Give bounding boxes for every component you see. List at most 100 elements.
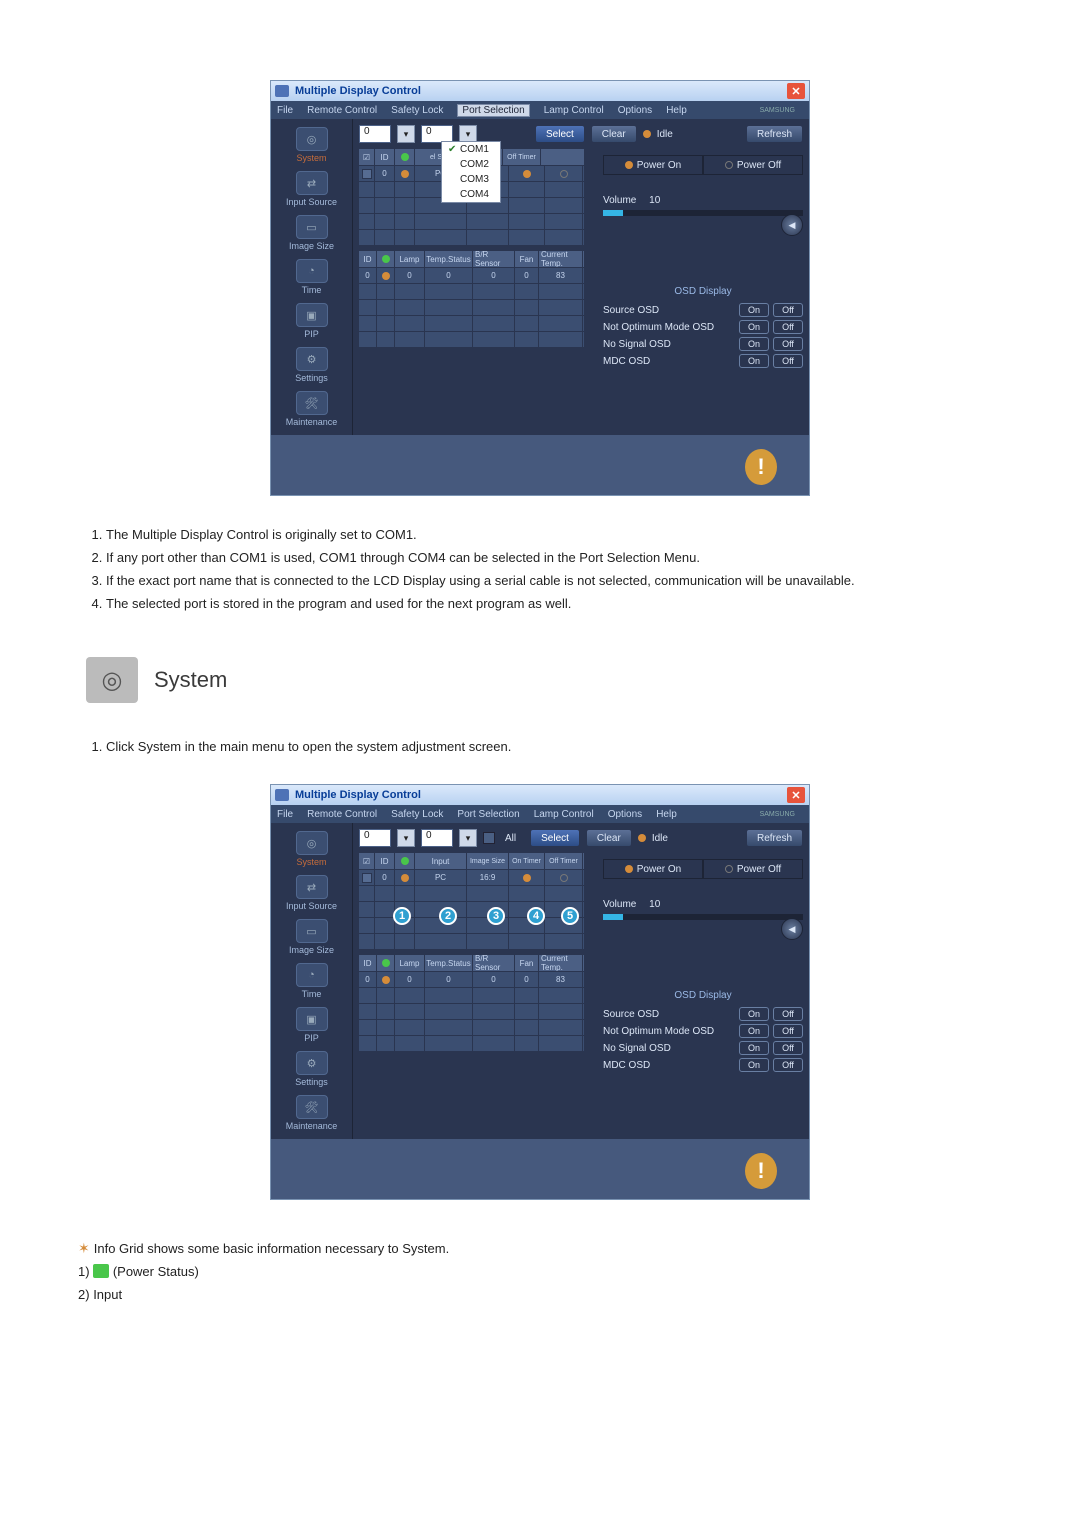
- mdc-osd-off[interactable]: Off: [773, 1058, 803, 1072]
- id-to-dropdown[interactable]: ▾: [459, 829, 477, 847]
- table-row[interactable]: [359, 917, 584, 933]
- source-osd-off[interactable]: Off: [773, 303, 803, 317]
- select-button[interactable]: Select: [530, 829, 580, 847]
- menu-remote-control[interactable]: Remote Control: [307, 809, 377, 820]
- volume-slider[interactable]: [603, 210, 803, 216]
- header-check[interactable]: ☑: [363, 153, 370, 162]
- menu-options[interactable]: Options: [618, 105, 652, 116]
- menu-lamp-control[interactable]: Lamp Control: [534, 809, 594, 820]
- power-on-button[interactable]: Power On: [603, 859, 703, 879]
- id-to-field[interactable]: 0: [421, 829, 453, 847]
- nav-settings[interactable]: ⚙Settings: [281, 347, 343, 383]
- source-osd-on[interactable]: On: [739, 303, 769, 317]
- not-optimum-on[interactable]: On: [739, 1024, 769, 1038]
- nav-system[interactable]: ◎System: [281, 831, 343, 867]
- nav-maintenance[interactable]: 🛠Maintenance: [281, 1095, 343, 1131]
- power-off-button[interactable]: Power Off: [703, 859, 803, 879]
- volume-knob[interactable]: ◀: [781, 214, 803, 236]
- menu-file[interactable]: File: [277, 809, 293, 820]
- nav-settings[interactable]: ⚙Settings: [281, 1051, 343, 1087]
- table-row[interactable]: [359, 1019, 584, 1035]
- power-on-label: Power On: [637, 160, 681, 171]
- menu-options[interactable]: Options: [608, 809, 642, 820]
- nav-time[interactable]: ◔Time: [281, 963, 343, 999]
- port-com4[interactable]: COM4: [442, 187, 500, 202]
- table-row[interactable]: [359, 331, 584, 347]
- volume-value: 10: [649, 899, 660, 910]
- mdc-osd-on[interactable]: On: [739, 1058, 769, 1072]
- row-check[interactable]: [362, 873, 372, 883]
- nav-label: Image Size: [289, 945, 334, 955]
- header-br-sensor: B/R Sensor: [475, 251, 512, 267]
- close-button[interactable]: ✕: [787, 787, 805, 803]
- not-optimum-on[interactable]: On: [739, 320, 769, 334]
- brand-label: SAMSUNG: [760, 107, 795, 114]
- nav-image-size[interactable]: ▭Image Size: [281, 215, 343, 251]
- header-check[interactable]: ☑: [363, 857, 370, 866]
- menu-file[interactable]: File: [277, 105, 293, 116]
- nav-label: Maintenance: [286, 417, 338, 427]
- id-from-field[interactable]: 0: [359, 125, 391, 143]
- select-button[interactable]: Select: [535, 125, 585, 143]
- menu-remote-control[interactable]: Remote Control: [307, 105, 377, 116]
- menu-help[interactable]: Help: [666, 105, 687, 116]
- nav-image-size[interactable]: ▭Image Size: [281, 919, 343, 955]
- menu-safety-lock[interactable]: Safety Lock: [391, 105, 443, 116]
- port-selection-dropdown[interactable]: ✔COM1 COM2 COM3 COM4: [441, 141, 501, 203]
- pip-icon: ▣: [296, 1007, 328, 1031]
- table-row[interactable]: 0 PC 16:9: [359, 869, 584, 885]
- table-row[interactable]: [359, 987, 584, 1003]
- no-signal-off[interactable]: Off: [773, 337, 803, 351]
- table-row[interactable]: [359, 933, 584, 949]
- mdc-osd-off[interactable]: Off: [773, 354, 803, 368]
- menu-safety-lock[interactable]: Safety Lock: [391, 809, 443, 820]
- id-from-field[interactable]: 0: [359, 829, 391, 847]
- source-osd-off[interactable]: Off: [773, 1007, 803, 1021]
- nav-system[interactable]: ◎System: [281, 127, 343, 163]
- no-signal-on[interactable]: On: [739, 1041, 769, 1055]
- port-com3[interactable]: COM3: [442, 172, 500, 187]
- power-icon: [725, 865, 733, 873]
- not-optimum-off[interactable]: Off: [773, 1024, 803, 1038]
- mdc-osd-on[interactable]: On: [739, 354, 769, 368]
- table-row[interactable]: [359, 1003, 584, 1019]
- power-off-button[interactable]: Power Off: [703, 155, 803, 175]
- all-checkbox[interactable]: [483, 832, 495, 844]
- id-from-dropdown[interactable]: ▾: [397, 125, 415, 143]
- nav-pip[interactable]: ▣PIP: [281, 303, 343, 339]
- table-row[interactable]: 0 0 0 0 0 83: [359, 267, 584, 283]
- menu-lamp-control[interactable]: Lamp Control: [544, 105, 604, 116]
- port-com1[interactable]: ✔COM1: [442, 142, 500, 157]
- volume-slider[interactable]: [603, 914, 803, 920]
- nav-input-source[interactable]: ⇄Input Source: [281, 171, 343, 207]
- row-check[interactable]: [362, 169, 372, 179]
- nav-pip[interactable]: ▣PIP: [281, 1007, 343, 1043]
- volume-label: Volume: [603, 195, 636, 206]
- menu-port-selection[interactable]: Port Selection: [457, 104, 529, 117]
- nav-input-source[interactable]: ⇄Input Source: [281, 875, 343, 911]
- table-row[interactable]: [359, 229, 584, 245]
- nav-time[interactable]: ◔Time: [281, 259, 343, 295]
- header-current-temp: Current Temp.: [541, 251, 580, 267]
- table-row[interactable]: [359, 885, 584, 901]
- source-osd-on[interactable]: On: [739, 1007, 769, 1021]
- table-row[interactable]: [359, 1035, 584, 1051]
- table-row[interactable]: [359, 315, 584, 331]
- table-row[interactable]: 0 0 0 0 0 83: [359, 971, 584, 987]
- volume-knob[interactable]: ◀: [781, 918, 803, 940]
- id-from-dropdown[interactable]: ▾: [397, 829, 415, 847]
- table-row[interactable]: [359, 283, 584, 299]
- power-status-icon: [93, 1264, 109, 1278]
- power-on-button[interactable]: Power On: [603, 155, 703, 175]
- no-signal-on[interactable]: On: [739, 337, 769, 351]
- off-timer-led-icon: [560, 170, 568, 178]
- no-signal-off[interactable]: Off: [773, 1041, 803, 1055]
- close-button[interactable]: ✕: [787, 83, 805, 99]
- nav-maintenance[interactable]: 🛠Maintenance: [281, 391, 343, 427]
- menu-help[interactable]: Help: [656, 809, 677, 820]
- menu-port-selection[interactable]: Port Selection: [457, 809, 519, 820]
- table-row[interactable]: [359, 299, 584, 315]
- port-com2[interactable]: COM2: [442, 157, 500, 172]
- not-optimum-off[interactable]: Off: [773, 320, 803, 334]
- table-row[interactable]: [359, 213, 584, 229]
